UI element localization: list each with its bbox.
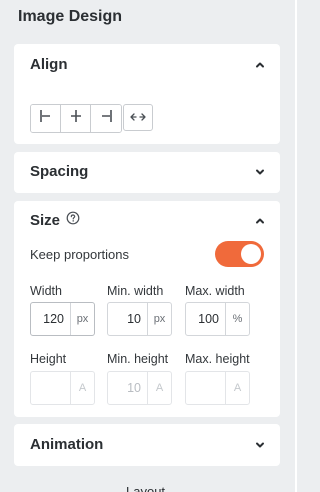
align-header[interactable]: Align bbox=[30, 56, 266, 73]
align-right-button[interactable] bbox=[91, 105, 121, 132]
min-height-label: Min. height bbox=[107, 352, 169, 366]
align-button-group bbox=[30, 104, 122, 133]
align-center-button[interactable] bbox=[61, 105, 91, 132]
max-width-unit[interactable]: % bbox=[225, 303, 249, 335]
chevron-down-icon bbox=[254, 439, 266, 451]
size-header[interactable]: Size bbox=[30, 211, 266, 230]
max-width-label: Max. width bbox=[185, 284, 245, 298]
chevron-up-icon bbox=[254, 215, 266, 227]
max-height-field: A bbox=[185, 371, 250, 405]
min-width-unit[interactable]: px bbox=[147, 303, 171, 335]
width-input[interactable] bbox=[31, 303, 70, 335]
height-label: Height bbox=[30, 352, 67, 366]
min-width-field: px bbox=[107, 302, 172, 336]
chevron-up-icon bbox=[254, 59, 266, 71]
min-height-field: A bbox=[107, 371, 172, 405]
width-label: Width bbox=[30, 284, 62, 298]
width-unit[interactable]: px bbox=[70, 303, 94, 335]
max-height-unit: A bbox=[225, 372, 249, 404]
spacing-header[interactable]: Spacing bbox=[30, 163, 266, 180]
size-section: Size Keep proportions Width Min. width M… bbox=[14, 201, 280, 417]
min-width-label: Min. width bbox=[107, 284, 164, 298]
align-right-icon bbox=[99, 109, 113, 128]
spacing-title: Spacing bbox=[30, 163, 89, 180]
panel-edge bbox=[295, 0, 297, 492]
align-left-icon bbox=[39, 109, 53, 128]
max-height-input[interactable] bbox=[186, 372, 225, 404]
animation-title: Animation bbox=[30, 436, 104, 453]
keep-proportions-row: Keep proportions bbox=[30, 241, 264, 267]
panel-title: Image Design bbox=[18, 8, 123, 25]
min-width-input[interactable] bbox=[108, 303, 147, 335]
align-left-button[interactable] bbox=[31, 105, 61, 132]
height-field: A bbox=[30, 371, 95, 405]
stretch-icon bbox=[130, 109, 146, 127]
max-width-input[interactable] bbox=[186, 303, 225, 335]
height-unit: A bbox=[70, 372, 94, 404]
layout-tab-label[interactable]: Layout bbox=[126, 484, 165, 492]
max-height-label: Max. height bbox=[185, 352, 250, 366]
keep-proportions-label: Keep proportions bbox=[30, 246, 130, 262]
min-height-unit: A bbox=[147, 372, 171, 404]
chevron-down-icon bbox=[254, 166, 266, 178]
min-height-input[interactable] bbox=[108, 372, 147, 404]
animation-header[interactable]: Animation bbox=[30, 436, 266, 453]
height-input[interactable] bbox=[31, 372, 70, 404]
animation-section: Animation bbox=[14, 424, 280, 466]
align-center-icon bbox=[69, 109, 83, 128]
spacing-section: Spacing bbox=[14, 152, 280, 193]
align-title: Align bbox=[30, 56, 68, 73]
keep-proportions-toggle[interactable] bbox=[215, 241, 264, 267]
stretch-button[interactable] bbox=[123, 104, 153, 131]
align-section: Align bbox=[14, 44, 280, 144]
size-title: Size bbox=[30, 212, 61, 229]
help-circle-icon[interactable] bbox=[66, 211, 80, 230]
width-field: px bbox=[30, 302, 95, 336]
max-width-field: % bbox=[185, 302, 250, 336]
